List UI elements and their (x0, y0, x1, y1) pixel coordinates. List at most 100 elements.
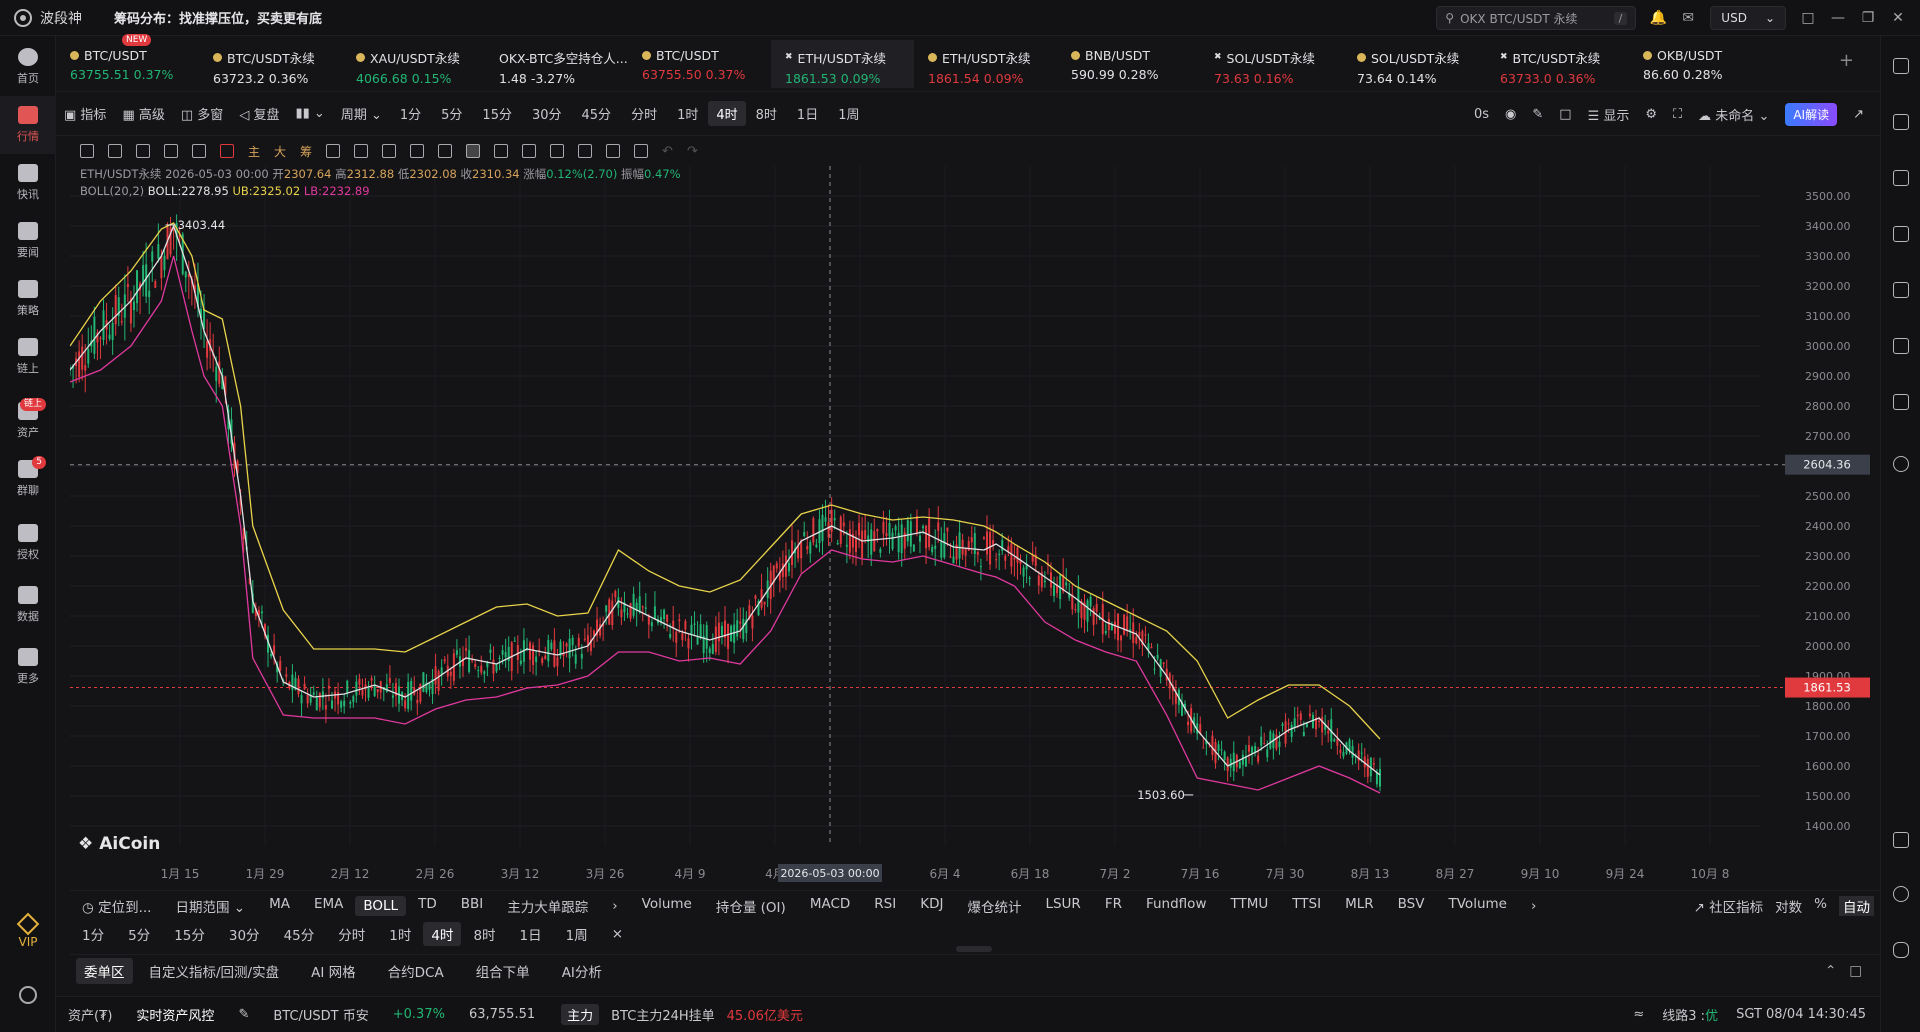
bell-icon[interactable]: 🔔 (1650, 10, 1667, 26)
headset-icon[interactable] (1893, 886, 1909, 902)
sub-indicator-tab[interactable]: RSI (862, 896, 908, 916)
assets-label[interactable]: 资产(₮) (56, 1005, 124, 1024)
nav-chat[interactable]: 群聊 5 (0, 450, 56, 508)
risk-control-label[interactable]: 实时资产风控 (124, 1005, 226, 1024)
panel-expand-icon[interactable]: ⌃ □ (1825, 963, 1862, 979)
chevron-right-icon[interactable]: › (600, 898, 629, 914)
edit-icon[interactable]: ✎ (226, 1007, 261, 1022)
period-bar-option[interactable]: 8时 (461, 924, 507, 944)
close-icon[interactable]: ✕ (1890, 10, 1906, 26)
sub-indicator-tab[interactable]: LSUR (1033, 896, 1092, 916)
panel-icon[interactable] (1893, 832, 1909, 848)
ticker-tab[interactable]: XAU/USDT永续 4066.68 0.15% (342, 40, 485, 88)
sub-indicator-tab[interactable]: TTMU (1218, 896, 1280, 916)
period-bar-option[interactable]: 15分 (162, 924, 217, 944)
nav-more[interactable]: 更多 (0, 638, 56, 696)
line-label[interactable]: 线路3 :优 (1662, 1005, 1718, 1024)
main-force-text[interactable]: BTC主力24H挂单 (599, 1005, 727, 1024)
price-chart[interactable]: 3500.00 3400.00 3300.00 3200.00 3100.00 3000.… (70, 166, 1870, 886)
nav-strategy[interactable]: 策略 (0, 270, 56, 328)
period-bar-option[interactable]: 45分 (272, 924, 327, 944)
magnet-tool-icon[interactable] (494, 144, 509, 158)
chips-tool[interactable]: 筹 (300, 143, 312, 160)
indicator-button[interactable]: ▣ 指标 (56, 104, 114, 123)
restore-icon[interactable]: ❐ (1860, 10, 1876, 26)
nav-authorize[interactable]: 授权 (0, 514, 56, 572)
bottom-panel-tab[interactable]: 组合下单 (460, 961, 546, 981)
promo-banner[interactable]: 筹码分布：找准撑压位，买卖更有底 (114, 8, 322, 27)
bottom-panel-tab[interactable]: AI 网格 (295, 961, 372, 981)
period-bar-option[interactable]: 1日 (508, 924, 554, 944)
camera-icon[interactable]: ◉ (1505, 107, 1516, 122)
sub-indicator-tab[interactable]: Fundflow (1134, 896, 1219, 916)
main-indicator-tab[interactable]: 主力大单跟踪 (495, 896, 600, 916)
sub-indicator-tab[interactable]: MACD (798, 896, 862, 916)
main-indicator-tab[interactable]: EMA (302, 896, 355, 916)
multi-window-button[interactable]: ◫ 多窗 (173, 104, 231, 123)
robot-icon[interactable] (1893, 394, 1909, 410)
compass-icon[interactable] (1893, 456, 1909, 472)
nav-news[interactable]: 要闻 (0, 212, 56, 270)
nav-assets[interactable]: 资产 链上 (0, 392, 56, 450)
period-bar-option[interactable]: 30分 (217, 924, 272, 944)
bottom-panel-tab[interactable]: 合约DCA (372, 961, 460, 981)
date-range-select[interactable]: 日期范围 ⌄ (163, 896, 257, 916)
community-indicator-button[interactable]: ↗ 社区指标 (1694, 896, 1764, 916)
period-option[interactable]: 1日 (787, 104, 828, 123)
sub-indicator-tab[interactable]: TVolume (1437, 896, 1519, 916)
undo-icon[interactable]: ↶ (662, 144, 673, 159)
period-select[interactable]: 周期 ⌄ (333, 104, 390, 123)
sub-indicator-tab[interactable]: 持仓量 (OI) (704, 896, 798, 916)
layout-icon[interactable] (1893, 58, 1909, 74)
lock-tool-icon[interactable] (522, 144, 537, 158)
bottom-panel-tab[interactable]: AI分析 (546, 961, 618, 981)
main-indicator-tab[interactable]: MA (257, 896, 302, 916)
assistant-icon[interactable] (1893, 942, 1909, 958)
period-bar-option[interactable]: 分时 (326, 924, 377, 944)
share-icon[interactable]: ↗ (1853, 107, 1864, 122)
period-option[interactable]: 1分 (390, 104, 431, 123)
currency-select[interactable]: USD ⌄ (1710, 6, 1786, 30)
filter-tool-icon[interactable] (606, 144, 621, 158)
ticker-tab[interactable]: OKX-BTC多空持仓人... 1.48 -3.27% (485, 40, 628, 88)
auto-scale-toggle[interactable]: 自动 (1839, 895, 1874, 916)
rect-tool-icon[interactable] (192, 144, 206, 158)
sub-indicator-tab[interactable]: Volume (630, 896, 704, 916)
period-bar-option[interactable]: 1时 (377, 924, 423, 944)
boll-name[interactable]: BOLL(20,2) (80, 184, 144, 198)
app-logo[interactable]: 波段神 (0, 8, 110, 28)
pen-icon[interactable]: ✎ (1532, 107, 1543, 122)
nav-flash-news[interactable]: 快讯 (0, 154, 56, 212)
template-select[interactable]: ☁ 未命名 ⌄ (1698, 105, 1769, 124)
period-option[interactable]: 4时 (708, 101, 746, 126)
bottom-panel-tab[interactable]: 自定义指标/回测/实盘 (133, 961, 296, 981)
list-icon[interactable] (1893, 338, 1909, 354)
main-indicator-tab[interactable]: BOLL (355, 895, 407, 916)
orderbook-icon[interactable] (1893, 114, 1909, 130)
depth-chart-icon[interactable] (1893, 226, 1909, 242)
search-box[interactable]: ⚲ OKX BTC/USDT 永续 / (1436, 6, 1637, 30)
chevron-right-icon[interactable]: › (1519, 898, 1548, 914)
display-button[interactable]: ☰ 显示 (1588, 105, 1630, 124)
sub-indicator-tab[interactable]: FR (1093, 896, 1134, 916)
period-bar-option[interactable]: 4时 (423, 922, 462, 946)
log-scale-toggle[interactable]: 对数 (1775, 896, 1802, 916)
ray-tool-icon[interactable] (164, 144, 178, 158)
ai-interpret-button[interactable]: AI解读 (1785, 102, 1838, 126)
nav-data[interactable]: 数据 (0, 576, 56, 634)
period-option[interactable]: 30分 (522, 104, 572, 123)
panel-resize-handle[interactable] (956, 946, 992, 952)
ticker-tab[interactable]: OKB/USDT 86.60 0.28% (1629, 40, 1772, 88)
text-tool-icon[interactable] (354, 144, 369, 158)
measure-tool-icon[interactable] (326, 144, 341, 158)
ticker-tab[interactable]: BNB/USDT 590.99 0.28% (1057, 40, 1200, 88)
ticker-tab[interactable]: ETH/USDT永续 1861.54 0.09% (914, 40, 1057, 88)
nav-home[interactable]: 首页 (0, 38, 56, 96)
ticker-tab[interactable]: ✖ ETH/USDT永续 1861.53 0.09% (771, 39, 914, 88)
share-window-icon[interactable]: □ (1559, 107, 1571, 122)
zoom-tool-icon[interactable] (438, 144, 453, 158)
main-indicator-tab[interactable]: BBI (449, 896, 496, 916)
hide-tool-icon[interactable] (550, 144, 565, 158)
ticker-tab[interactable]: ✖ SOL/USDT永续 73.63 0.16% (1200, 40, 1343, 88)
gear-icon[interactable]: ⚙ (1645, 107, 1657, 122)
